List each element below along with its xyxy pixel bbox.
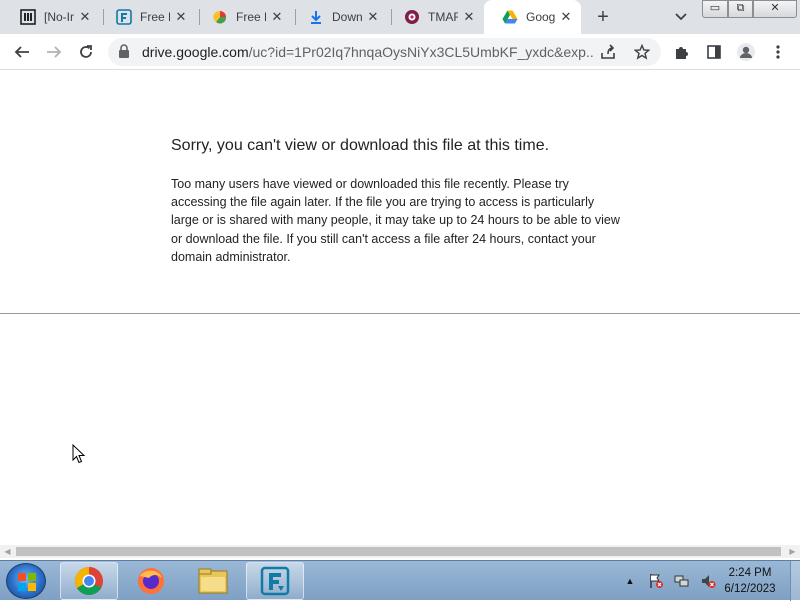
chrome-icon xyxy=(75,567,103,595)
freedownload-icon xyxy=(116,9,132,25)
freedownload-manager-icon xyxy=(260,566,290,596)
reload-button[interactable] xyxy=(74,40,98,64)
new-tab-button[interactable]: + xyxy=(592,6,614,28)
url-text[interactable]: drive.google.com/uc?id=1Pr02Iq7hnqaOysNi… xyxy=(142,44,594,60)
close-icon[interactable]: ✕ xyxy=(78,10,92,24)
forward-button[interactable] xyxy=(42,40,66,64)
share-button[interactable] xyxy=(596,40,620,64)
url-path: /uc?id=1Pr02Iq7hnqaOysNiYx3CL5UmbKF_yxdc… xyxy=(248,44,594,60)
page-content: Sorry, you can't view or download this f… xyxy=(0,71,800,545)
close-icon[interactable]: ✕ xyxy=(174,10,188,24)
tab-strip: [No-Ir ✕ Free D ✕ Free D ✕ Down xyxy=(0,0,800,34)
tab-title: [No-Ir xyxy=(44,10,74,24)
profile-button[interactable] xyxy=(734,40,758,64)
tab-download[interactable]: Down ✕ xyxy=(290,0,388,34)
close-window-button[interactable]: ✕ xyxy=(753,0,797,18)
clock-date: 6/12/2023 xyxy=(724,583,776,595)
taskbar-freedownload-manager[interactable] xyxy=(246,562,304,600)
horizontal-scrollbar[interactable]: ◀ ▶ xyxy=(0,545,800,558)
back-arrow-icon xyxy=(14,46,29,58)
circle-logo-icon xyxy=(404,9,420,25)
error-title: Sorry, you can't view or download this f… xyxy=(171,137,550,154)
url-host: drive.google.com xyxy=(142,44,249,60)
error-message: Too many users have viewed or downloaded… xyxy=(171,177,620,264)
taskbar-chrome[interactable] xyxy=(60,562,118,600)
scroll-right-arrow-icon[interactable]: ▶ xyxy=(786,545,799,558)
taskbar-file-explorer[interactable] xyxy=(184,562,242,600)
tab-title: Goog xyxy=(526,10,556,24)
tab-title: Down xyxy=(332,10,362,24)
toolbar: drive.google.com/uc?id=1Pr02Iq7hnqaOysNi… xyxy=(0,34,800,70)
action-center-flag-icon[interactable] xyxy=(646,571,666,591)
close-icon[interactable]: ✕ xyxy=(270,10,284,24)
volume-muted-icon[interactable] xyxy=(698,571,718,591)
kebab-menu-icon xyxy=(776,45,780,59)
avatar-icon xyxy=(737,43,755,61)
menu-button[interactable] xyxy=(766,40,790,64)
start-button[interactable] xyxy=(6,563,46,599)
restore-button[interactable]: ⧉ xyxy=(728,0,753,18)
side-panel-button[interactable] xyxy=(702,40,726,64)
taskbar-firefox[interactable] xyxy=(122,562,180,600)
close-icon[interactable]: ✕ xyxy=(462,10,476,24)
show-hidden-icons-icon[interactable]: ▲ xyxy=(620,571,640,591)
tab-google-drive[interactable]: Goog ✕ xyxy=(484,0,581,34)
network-icon[interactable] xyxy=(672,571,692,591)
tab-no-ir[interactable]: [No-Ir ✕ xyxy=(2,0,100,34)
firefox-icon xyxy=(138,568,164,594)
lock-icon[interactable] xyxy=(118,44,130,64)
pie-icon xyxy=(212,9,228,25)
divider xyxy=(0,313,800,314)
bookmark-button[interactable] xyxy=(630,40,654,64)
google-drive-icon xyxy=(502,9,518,25)
chevron-down-icon xyxy=(675,13,687,21)
scroll-left-arrow-icon[interactable]: ◀ xyxy=(1,545,14,558)
taskbar: ▲ 2:24 PM 6/12/2023 xyxy=(0,560,800,601)
tab-free-d-1[interactable]: Free D ✕ xyxy=(98,0,196,34)
tab-search-button[interactable] xyxy=(672,8,690,26)
address-bar[interactable]: drive.google.com/uc?id=1Pr02Iq7hnqaOysNi… xyxy=(108,38,661,66)
back-button[interactable] xyxy=(10,40,34,64)
book-icon xyxy=(20,9,36,25)
scrollbar-thumb[interactable] xyxy=(16,547,781,556)
close-icon[interactable]: ✕ xyxy=(366,10,380,24)
clock-time: 2:24 PM xyxy=(728,567,772,579)
taskbar-clock[interactable]: 2:24 PM 6/12/2023 xyxy=(718,565,782,597)
reload-icon xyxy=(80,45,92,58)
tab-title: TMAF xyxy=(428,10,458,24)
system-tray: ▲ xyxy=(620,561,724,601)
share-icon xyxy=(601,44,615,59)
show-desktop-button[interactable] xyxy=(790,561,800,601)
extensions-button[interactable] xyxy=(670,40,694,64)
star-icon xyxy=(634,44,650,60)
tab-tmaf[interactable]: TMAF ✕ xyxy=(386,0,484,34)
close-icon[interactable]: ✕ xyxy=(559,10,573,24)
window-controls: ▭ ⧉ ✕ xyxy=(702,0,797,18)
side-panel-icon xyxy=(707,45,721,59)
tab-title: Free D xyxy=(236,10,266,24)
windows-logo-icon xyxy=(18,573,36,591)
tab-title: Free D xyxy=(140,10,170,24)
mouse-cursor-icon xyxy=(72,443,86,469)
tab-free-d-2[interactable]: Free D ✕ xyxy=(194,0,292,34)
download-arrow-icon xyxy=(308,9,324,25)
puzzle-icon xyxy=(676,47,688,59)
minimize-button[interactable]: ▭ xyxy=(702,0,728,18)
forward-arrow-icon xyxy=(47,46,62,58)
file-explorer-icon xyxy=(198,568,228,594)
browser-window: [No-Ir ✕ Free D ✕ Free D ✕ Down xyxy=(0,0,800,560)
